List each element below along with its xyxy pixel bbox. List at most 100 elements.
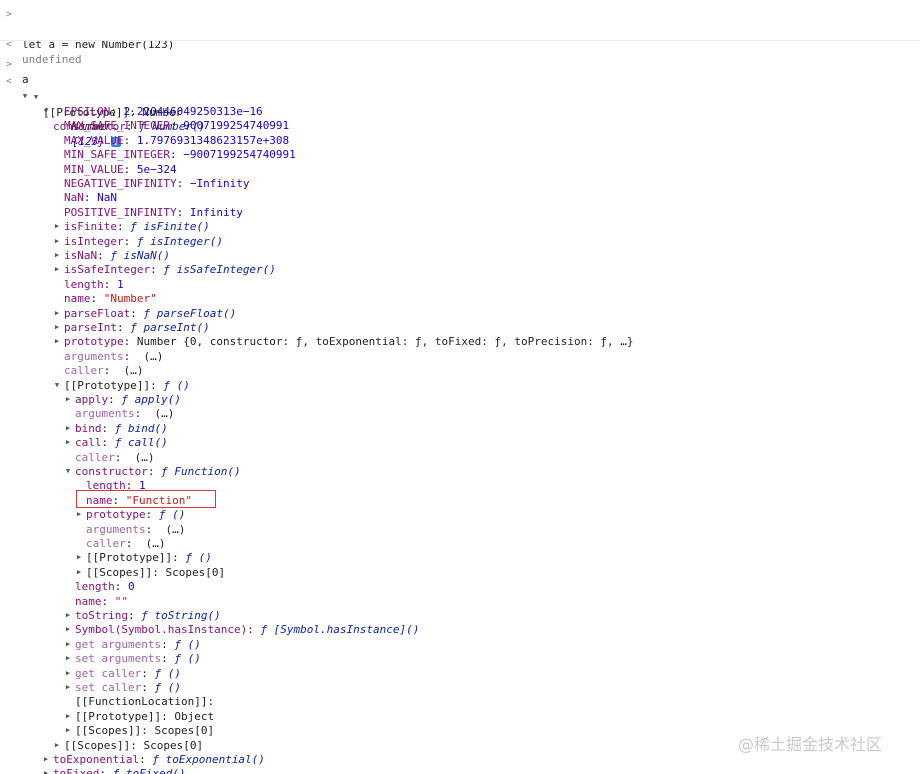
tree-row[interactable]: ▶ isInteger: ƒ isInteger() bbox=[0, 234, 920, 249]
tree-row[interactable]: ▶ set caller: ƒ () bbox=[0, 680, 920, 695]
tree-row[interactable]: [[FunctionLocation]]: bbox=[0, 694, 920, 709]
prop-value[interactable]: (…) bbox=[143, 350, 163, 363]
prop-key: set arguments bbox=[75, 652, 162, 666]
collapse-triangle-icon[interactable]: ▶ bbox=[64, 680, 72, 695]
tree-row[interactable]: POSITIVE_INFINITY: Infinity bbox=[0, 205, 920, 220]
tree-row[interactable]: name: "Number" bbox=[0, 291, 920, 306]
prop-value: ƒ () bbox=[154, 666, 181, 680]
prop-key: MIN_SAFE_INTEGER bbox=[64, 148, 170, 162]
tree-row[interactable]: ▶ parseInt: ƒ parseInt() bbox=[0, 320, 920, 335]
prop-key: set caller bbox=[75, 681, 142, 694]
collapse-triangle-icon[interactable]: ▶ bbox=[75, 565, 83, 580]
prop-value: NaN bbox=[97, 191, 117, 205]
tree-row[interactable]: MIN_VALUE: 5e−324 bbox=[0, 162, 920, 177]
console-input-row[interactable]: > let a = new Number(123) bbox=[0, 7, 920, 51]
prop-key: isFinite bbox=[64, 220, 117, 234]
tree-row[interactable]: caller: (…) bbox=[0, 363, 920, 378]
tree-row[interactable]: ▶ parseFloat: ƒ parseFloat() bbox=[0, 306, 920, 321]
collapse-triangle-icon[interactable]: ▶ bbox=[53, 219, 61, 234]
tree-row[interactable]: ▼ constructor: ƒ Number() bbox=[0, 89, 920, 133]
collapse-triangle-icon[interactable]: ▶ bbox=[53, 334, 61, 349]
collapse-triangle-icon[interactable]: ▶ bbox=[64, 421, 72, 436]
collapse-triangle-icon[interactable]: ▶ bbox=[42, 752, 50, 767]
collapse-triangle-icon[interactable]: ▶ bbox=[64, 608, 72, 623]
expand-triangle-icon[interactable]: ▼ bbox=[53, 378, 61, 393]
prop-value[interactable]: (…) bbox=[124, 364, 144, 377]
tree-row[interactable]: length: 1 bbox=[0, 277, 920, 292]
tree-row[interactable]: caller: (…) bbox=[0, 450, 920, 465]
prop-value: "" bbox=[114, 594, 128, 608]
collapse-triangle-icon[interactable]: ▶ bbox=[64, 723, 72, 738]
tree-row[interactable]: ▶ get arguments: ƒ () bbox=[0, 637, 920, 652]
expand-triangle-icon[interactable]: ▼ bbox=[64, 464, 72, 479]
prop-key: toExponential bbox=[53, 753, 140, 766]
tree-row[interactable]: name: "" bbox=[0, 594, 920, 609]
prop-value[interactable]: (…) bbox=[154, 407, 174, 420]
tree-row[interactable]: arguments: (…) bbox=[0, 522, 920, 537]
collapse-triangle-icon[interactable]: ▶ bbox=[64, 637, 72, 652]
prop-key: prototype bbox=[86, 508, 146, 522]
tree-row[interactable]: ▶ toFixed: ƒ toFixed() bbox=[0, 766, 920, 774]
collapse-triangle-icon[interactable]: ▶ bbox=[64, 666, 72, 681]
tree-row[interactable]: ▶ prototype: ƒ () bbox=[0, 507, 920, 522]
object-summary-row[interactable]: < ▼ Number {123} i bbox=[0, 59, 920, 148]
prop-key: prototype bbox=[64, 335, 124, 349]
collapse-triangle-icon[interactable]: ▶ bbox=[42, 766, 50, 774]
tree-row[interactable]: EPSILON: 2.220446049250313e−16 bbox=[0, 104, 920, 119]
collapse-triangle-icon[interactable]: ▶ bbox=[64, 622, 72, 637]
tree-row[interactable]: ▶ [[Prototype]]: ƒ () bbox=[0, 550, 920, 565]
console-input-row[interactable]: > a bbox=[0, 42, 920, 86]
tree-row[interactable]: NEGATIVE_INFINITY: −Infinity bbox=[0, 176, 920, 191]
tree-row[interactable]: MIN_SAFE_INTEGER: −9007199254740991 bbox=[0, 147, 920, 162]
prop-key: bind bbox=[75, 421, 102, 435]
tree-row[interactable]: ▶ isFinite: ƒ isFinite() bbox=[0, 219, 920, 234]
prop-key: [[Prototype]] bbox=[86, 551, 173, 565]
prop-key: [[Scopes]] bbox=[86, 565, 153, 579]
collapse-triangle-icon[interactable]: ▶ bbox=[53, 262, 61, 277]
tree-row[interactable]: length: 0 bbox=[0, 579, 920, 594]
tree-row[interactable]: ▶ [[Scopes]]: Scopes[0] bbox=[0, 565, 920, 580]
collapse-triangle-icon[interactable]: ▶ bbox=[53, 234, 61, 249]
prop-value: ƒ () bbox=[163, 378, 190, 392]
tree-row[interactable]: ▶ Symbol(Symbol.hasInstance): ƒ [Symbol.h… bbox=[0, 622, 920, 637]
collapse-triangle-icon[interactable]: ▶ bbox=[53, 738, 61, 753]
tree-row[interactable]: ▶ get caller: ƒ () bbox=[0, 666, 920, 681]
tree-row[interactable]: ▼ constructor: ƒ Function() bbox=[0, 464, 920, 479]
collapse-triangle-icon[interactable]: ▶ bbox=[53, 306, 61, 321]
tree-row[interactable]: ▶ isNaN: ƒ isNaN() bbox=[0, 248, 920, 263]
prop-value[interactable]: (…) bbox=[165, 523, 185, 536]
tree-row[interactable]: ▶ bind: ƒ bind() bbox=[0, 421, 920, 436]
prop-key: NEGATIVE_INFINITY bbox=[64, 177, 177, 190]
prop-value: ƒ isFinite() bbox=[130, 220, 210, 234]
collapse-triangle-icon[interactable]: ▶ bbox=[75, 507, 83, 522]
tree-row[interactable]: ▶ call: ƒ call() bbox=[0, 435, 920, 450]
prop-key: [[Prototype]] bbox=[64, 378, 151, 392]
collapse-triangle-icon[interactable]: ▶ bbox=[64, 435, 72, 450]
tree-row[interactable]: ▶ set arguments: ƒ () bbox=[0, 651, 920, 666]
collapse-triangle-icon[interactable]: ▶ bbox=[75, 550, 83, 565]
prop-key: isNaN bbox=[64, 249, 98, 262]
tree-row[interactable]: ▶ toString: ƒ toString() bbox=[0, 608, 920, 623]
tree-row[interactable]: ▶ [[Prototype]]: Object bbox=[0, 709, 920, 724]
collapse-triangle-icon[interactable]: ▶ bbox=[53, 320, 61, 335]
tree-row[interactable]: ▶ isSafeInteger: ƒ isSafeInteger() bbox=[0, 262, 920, 277]
tree-row[interactable]: ▶ prototype: Number {0, constructor: ƒ, t… bbox=[0, 334, 920, 349]
tree-row[interactable]: arguments: (…) bbox=[0, 349, 920, 364]
prop-key: parseFloat bbox=[64, 306, 131, 320]
tree-row[interactable]: MAX_VALUE: 1.7976931348623157e+308 bbox=[0, 133, 920, 148]
prop-key: MIN_VALUE bbox=[64, 162, 124, 176]
tree-row[interactable]: ▼ [[Prototype]]: ƒ () bbox=[0, 378, 920, 393]
tree-row[interactable]: caller: (…) bbox=[0, 536, 920, 551]
tree-row[interactable]: ▼ [[Prototype]]: Number bbox=[0, 75, 920, 119]
tree-row[interactable]: NaN: NaN bbox=[0, 190, 920, 205]
tree-row[interactable]: arguments: (…) bbox=[0, 406, 920, 421]
collapse-triangle-icon[interactable]: ▶ bbox=[64, 709, 72, 724]
prop-value[interactable]: (…) bbox=[146, 537, 166, 550]
prop-value: ƒ () bbox=[154, 681, 181, 694]
tree-row[interactable]: MAX_SAFE_INTEGER: 9007199254740991 bbox=[0, 118, 920, 133]
prop-value[interactable]: (…) bbox=[135, 451, 155, 464]
collapse-triangle-icon[interactable]: ▶ bbox=[64, 392, 72, 407]
tree-row[interactable]: ▶ apply: ƒ apply() bbox=[0, 392, 920, 407]
collapse-triangle-icon[interactable]: ▶ bbox=[64, 651, 72, 666]
collapse-triangle-icon[interactable]: ▶ bbox=[53, 248, 61, 263]
